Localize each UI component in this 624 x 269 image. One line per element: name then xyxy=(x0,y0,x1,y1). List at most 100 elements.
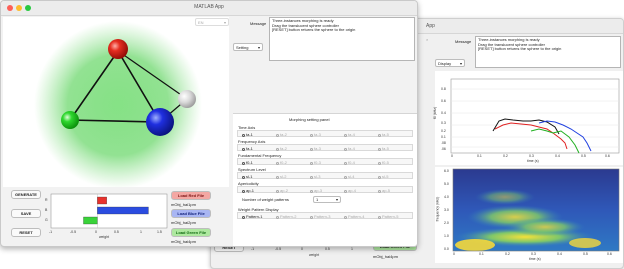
sphere-scene-svg[interactable] xyxy=(3,17,229,189)
message-box[interactable]: Three-instances morphing is ready Drag t… xyxy=(269,17,415,61)
save-button[interactable]: SAVE xyxy=(11,209,41,218)
weight-ytick: G xyxy=(45,218,48,222)
weight-patterns-value: 1 xyxy=(316,197,319,202)
reset-button[interactable]: RESET xyxy=(11,228,41,237)
back-weight-tick: -0.5 xyxy=(275,247,282,251)
f0-ytick: 0.6 xyxy=(441,99,446,103)
back-mode-value: Display xyxy=(438,61,452,66)
load-red-file-button[interactable]: Load Red File xyxy=(171,191,211,200)
spec-xtick: 0.5 xyxy=(583,252,588,256)
chevron-down-icon: ▾ xyxy=(257,45,260,50)
back-message-box[interactable]: Three-instances morphing is ready Drag t… xyxy=(475,36,621,68)
green-file-label: mObj_hai4pm xyxy=(171,239,196,244)
load-green-file-button[interactable]: Load Green File xyxy=(171,228,211,237)
radio-f0-3[interactable]: f0-3 xyxy=(310,160,321,165)
aperiodicity-group: ap-1 ap-2 ap-3 ap-4 ap-5 xyxy=(237,186,413,193)
back-message-label: Message xyxy=(455,39,472,44)
blue-file-label: mObj_hai2pm xyxy=(171,220,196,225)
radio-pattern-5[interactable]: Pattern-5 xyxy=(378,214,398,219)
radio-pattern-1[interactable]: Pattern-1 xyxy=(242,214,262,219)
radio-sl-1[interactable]: sl-1 xyxy=(242,174,252,179)
radio-pattern-2[interactable]: Pattern-2 xyxy=(276,214,296,219)
spec-xtick: 0 xyxy=(453,252,455,256)
radio-sl-4[interactable]: sl-4 xyxy=(344,174,354,179)
radio-f0-1[interactable]: f0-1 xyxy=(242,160,253,165)
radio-sl-5[interactable]: sl-5 xyxy=(378,174,388,179)
spec-ytick: 5.0 xyxy=(444,182,449,186)
chevron-down-icon: ▾ xyxy=(459,61,462,66)
weight-xtick: 0 xyxy=(95,230,97,234)
f0-xtick: 0.2 xyxy=(503,154,508,158)
generate-button[interactable]: GENERATE xyxy=(11,190,41,199)
front-window-title: MATLAB App xyxy=(194,4,224,10)
radio-pattern-4[interactable]: Pattern-4 xyxy=(344,214,364,219)
spec-band xyxy=(505,218,585,236)
frequency-axis-group: fa-1 fa-2 fa-3 fa-4 fa-5 xyxy=(237,144,413,151)
message-label: Message xyxy=(250,21,267,26)
radio-f0-5[interactable]: f0-5 xyxy=(378,160,389,165)
spec-ytick: 0.0 xyxy=(444,247,449,251)
f0-ytick: .06 xyxy=(441,147,446,151)
radio-ta-1[interactable]: ta-1 xyxy=(242,132,253,137)
spec-band xyxy=(455,239,495,251)
radio-ap-3[interactable]: ap-3 xyxy=(310,188,322,193)
radio-fa-2[interactable]: fa-2 xyxy=(276,146,287,151)
radio-ap-1[interactable]: ap-1 xyxy=(242,188,254,193)
radio-ta-2[interactable]: ta-2 xyxy=(276,132,287,137)
spectrogram-chart: frequency (kHz) 6.0 5.0 4.0 3.0 2.0 1.0 … xyxy=(435,167,623,263)
f0-xtick: 0 xyxy=(451,154,453,158)
back-weight-tick: 1 xyxy=(351,247,353,251)
zoom-dropdown[interactable]: EN ▾ xyxy=(195,18,229,26)
radio-fa-4[interactable]: fa-4 xyxy=(344,146,355,151)
f0-ytick: 0.3 xyxy=(441,121,446,125)
radio-ap-2[interactable]: ap-2 xyxy=(276,188,288,193)
radio-fa-3[interactable]: fa-3 xyxy=(310,146,321,151)
f0-chart: f0 (kHz) 0.8 0.6 0.4 0.3 0.2 0.1 .08 .06… xyxy=(433,71,623,165)
weight-ytick: B xyxy=(45,208,48,212)
radio-pattern-3[interactable]: Pattern-3 xyxy=(310,214,330,219)
f0-ytick: .08 xyxy=(441,141,446,145)
spec-ytick: 6.0 xyxy=(444,169,449,173)
weight-xtick: -1 xyxy=(49,230,53,234)
f0-xtick: 0.3 xyxy=(529,154,534,158)
load-blue-file-button[interactable]: Load Blue File xyxy=(171,209,211,218)
back-weight-tick: -1 xyxy=(251,247,255,251)
back-close-icon[interactable]: × xyxy=(426,37,428,42)
time-axis-group: ta-1 ta-2 ta-3 ta-4 ta-5 xyxy=(237,130,413,137)
panel-title: Morphing setting panel xyxy=(289,117,330,122)
red-sphere xyxy=(108,39,128,59)
radio-ta-4[interactable]: ta-4 xyxy=(344,132,355,137)
mode-value: Setting xyxy=(236,45,249,50)
f0-ytick: 0.2 xyxy=(441,129,446,133)
weight-patterns-dropdown[interactable]: 1 ▾ xyxy=(313,196,341,203)
radio-sl-3[interactable]: sl-3 xyxy=(310,174,320,179)
weight-xtick: -0.5 xyxy=(70,230,77,234)
weight-chart-svg xyxy=(50,193,168,229)
mode-dropdown[interactable]: Setting ▾ xyxy=(233,43,263,51)
weight-bar-g xyxy=(83,216,98,225)
radio-f0-4[interactable]: f0-4 xyxy=(344,160,355,165)
weight-xtick: 1 xyxy=(140,230,142,234)
radio-ta-3[interactable]: ta-3 xyxy=(310,132,321,137)
radio-ap-4[interactable]: ap-4 xyxy=(344,188,356,193)
sphere-canvas[interactable] xyxy=(3,17,229,189)
radio-ap-5[interactable]: ap-5 xyxy=(378,188,390,193)
f0-ytick: 0.8 xyxy=(441,87,446,91)
radio-f0-2[interactable]: f0-2 xyxy=(276,160,287,165)
weight-bar-r xyxy=(97,196,107,205)
radio-fa-5[interactable]: fa-5 xyxy=(378,146,389,151)
back-green-file-label: mObj_hai4pm xyxy=(373,254,398,259)
f0-ytick: 0.1 xyxy=(441,135,446,139)
radio-fa-1[interactable]: fa-1 xyxy=(242,146,253,151)
spec-ytick: 2.0 xyxy=(444,221,449,225)
front-title-bar[interactable]: MATLAB App xyxy=(1,1,417,16)
chevron-down-icon: ▾ xyxy=(223,20,226,25)
radio-ta-5[interactable]: ta-5 xyxy=(378,132,389,137)
radio-sl-2[interactable]: sl-2 xyxy=(276,174,286,179)
back-window-title: App xyxy=(426,23,435,29)
back-weight-xlabel: weight xyxy=(309,253,320,257)
spec-ytick: 4.0 xyxy=(444,195,449,199)
zoom-value: EN xyxy=(198,20,204,25)
back-mode-dropdown[interactable]: Display ▾ xyxy=(435,59,465,67)
red-file-label: mObj_hai1pm xyxy=(171,202,196,207)
